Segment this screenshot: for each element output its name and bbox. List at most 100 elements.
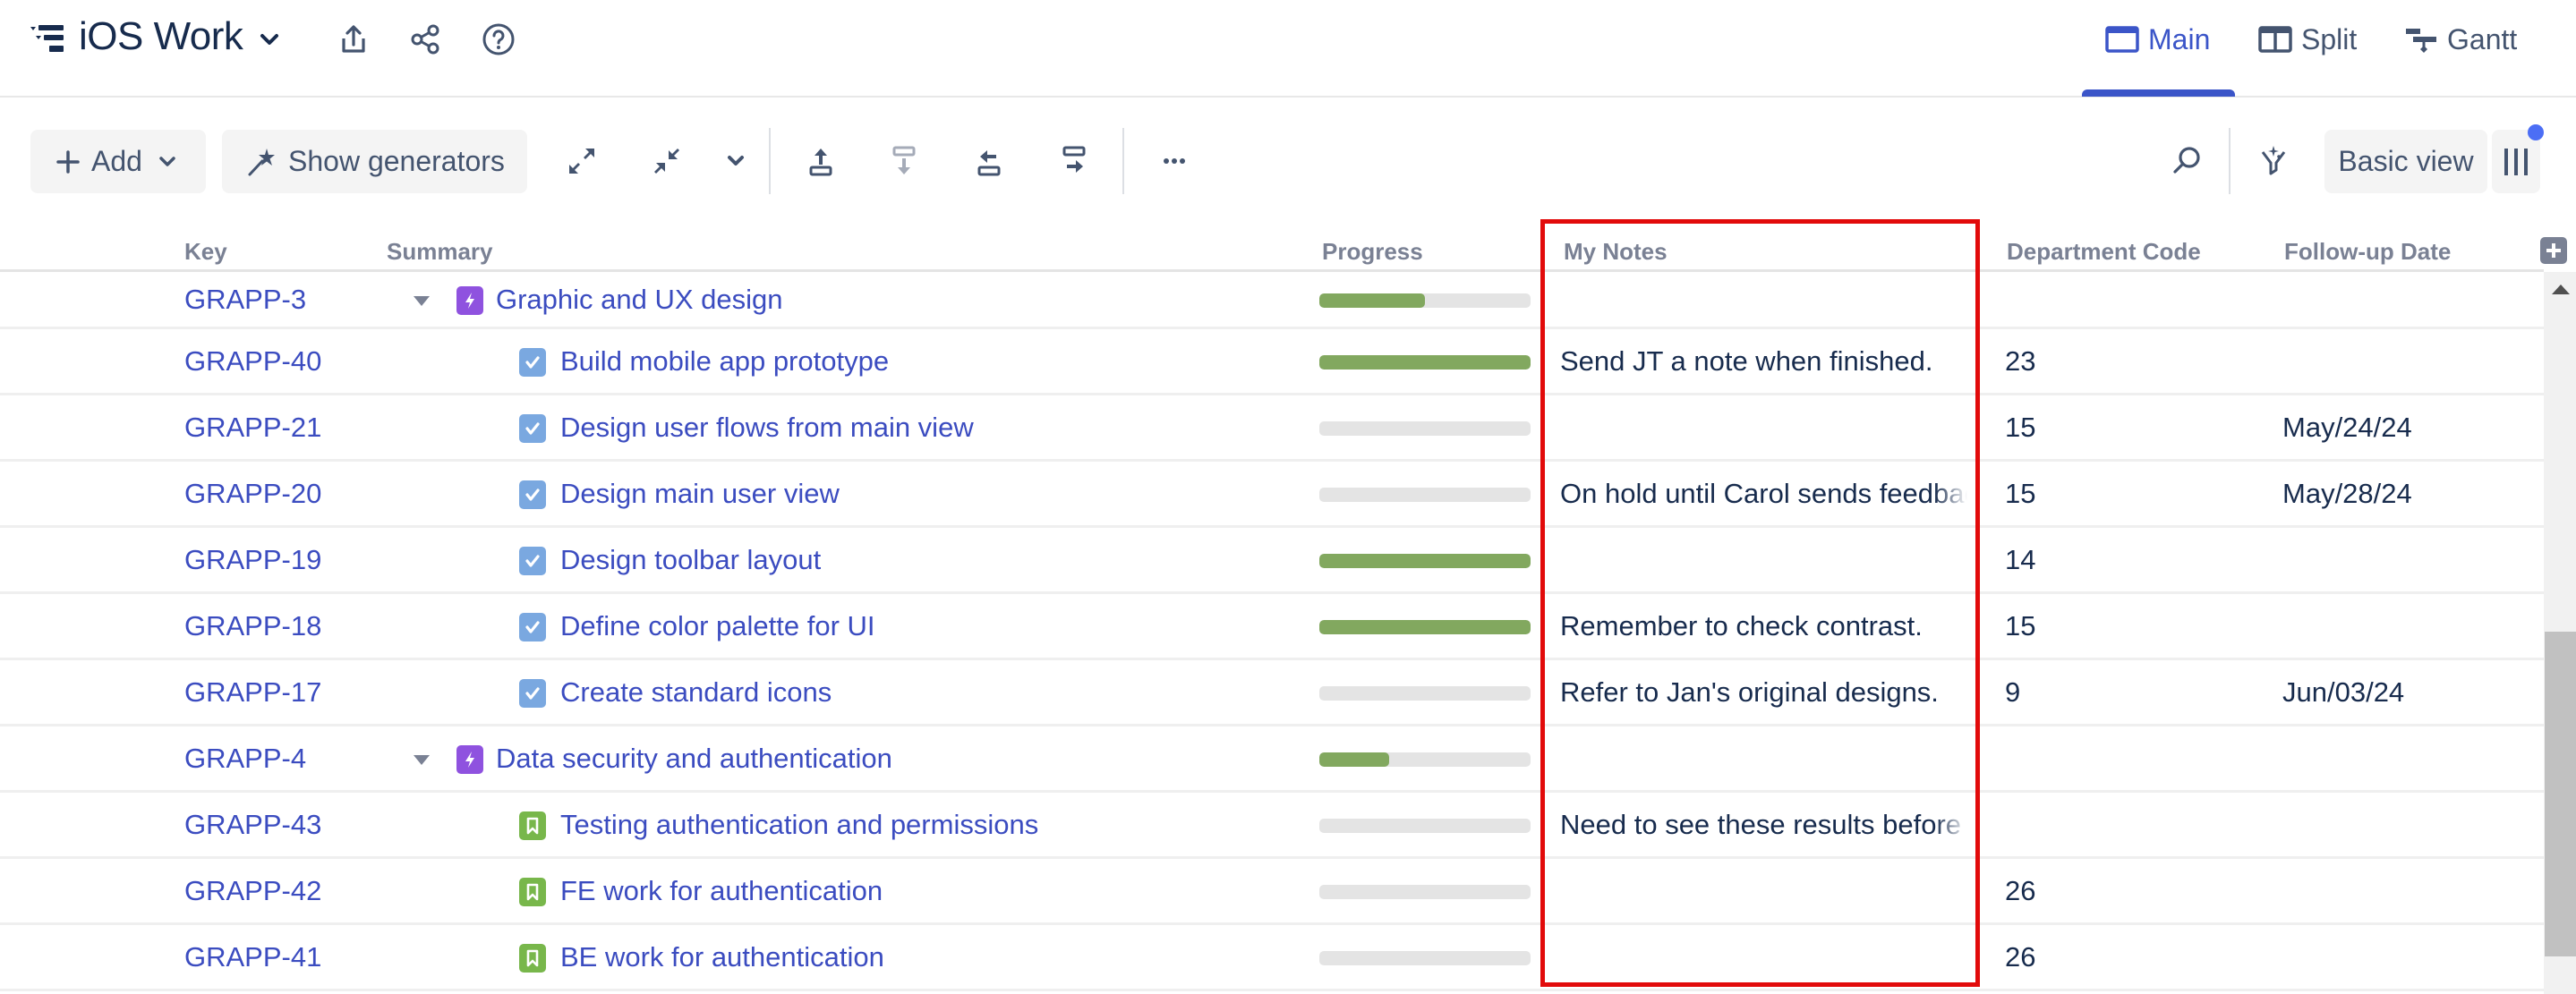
move-up-button[interactable]: [801, 141, 840, 181]
outdent-button[interactable]: [969, 141, 1009, 181]
column-header-follow-up-date[interactable]: Follow-up Date: [2284, 238, 2451, 266]
show-generators-button[interactable]: Show generators: [222, 130, 527, 193]
table-row[interactable]: GRAPP-4 Data security and authentication: [0, 726, 2544, 793]
scroll-up-arrow-icon[interactable]: [2552, 285, 2570, 294]
summary-text[interactable]: Data security and authentication: [496, 743, 892, 775]
my-notes-cell[interactable]: Need to see these results before f: [1560, 793, 1967, 856]
add-column-button[interactable]: [2540, 237, 2567, 264]
export-icon[interactable]: [336, 21, 371, 57]
summary-text[interactable]: Create standard icons: [560, 676, 832, 709]
my-notes-cell[interactable]: Send JT a note when finished.: [1560, 329, 1967, 393]
my-notes-cell[interactable]: [1560, 272, 1967, 327]
issue-key-link[interactable]: GRAPP-41: [184, 925, 321, 989]
issue-summary-link[interactable]: Build mobile app prototype: [560, 329, 889, 393]
issue-summary-link[interactable]: Design user flows from main view: [560, 395, 974, 459]
issue-key-link[interactable]: GRAPP-18: [184, 594, 321, 658]
department-code-cell[interactable]: 26: [2005, 859, 2035, 922]
column-header-department-code[interactable]: Department Code: [2007, 238, 2201, 266]
my-notes-cell[interactable]: Refer to Jan's original designs.: [1560, 660, 1967, 724]
expand-options-dropdown[interactable]: [716, 141, 755, 181]
column-header-my-notes[interactable]: My Notes: [1564, 238, 1668, 266]
department-code-cell[interactable]: 23: [2005, 329, 2035, 393]
collapse-arrow-icon[interactable]: [413, 294, 431, 307]
table-row[interactable]: GRAPP-41 BE work for authentication 26: [0, 925, 2544, 991]
add-button[interactable]: Add: [30, 130, 206, 193]
issue-summary-link[interactable]: Create standard icons: [560, 660, 832, 724]
summary-text[interactable]: FE work for authentication: [560, 875, 883, 907]
more-actions-button[interactable]: [1155, 141, 1194, 181]
department-code-cell[interactable]: 26: [2005, 925, 2035, 989]
column-header-progress[interactable]: Progress: [1322, 238, 1423, 266]
toolbar-divider: [1122, 128, 1124, 194]
summary-text[interactable]: Define color palette for UI: [560, 610, 875, 642]
table-row[interactable]: GRAPP-42 FE work for authentication 26: [0, 859, 2544, 925]
issue-key-link[interactable]: GRAPP-20: [184, 462, 321, 525]
table-row[interactable]: GRAPP-21 Design user flows from main view…: [0, 395, 2544, 462]
my-notes-cell[interactable]: [1560, 925, 1967, 989]
share-icon[interactable]: [408, 21, 444, 57]
table-row[interactable]: GRAPP-19 Design toolbar layout 14: [0, 528, 2544, 594]
my-notes-cell[interactable]: Remember to check contrast.: [1560, 594, 1967, 658]
issue-summary-link[interactable]: Graphic and UX design: [496, 272, 783, 327]
smart-filter-button[interactable]: [2254, 141, 2293, 181]
tab-split[interactable]: Split: [2258, 20, 2357, 59]
department-code-cell[interactable]: 9: [2005, 660, 2020, 724]
issue-key-link[interactable]: GRAPP-4: [184, 726, 306, 790]
department-code-cell[interactable]: 15: [2005, 395, 2035, 459]
summary-text[interactable]: Graphic and UX design: [496, 284, 783, 316]
expand-all-button[interactable]: [562, 141, 601, 181]
issue-key-link[interactable]: GRAPP-21: [184, 395, 321, 459]
table-row[interactable]: GRAPP-17 Create standard icons Refer to Ja…: [0, 660, 2544, 726]
issue-summary-link[interactable]: FE work for authentication: [560, 859, 883, 922]
follow-up-date-cell[interactable]: Jun/03/24: [2282, 660, 2404, 724]
summary-text[interactable]: BE work for authentication: [560, 941, 884, 973]
issue-summary-link[interactable]: Design toolbar layout: [560, 528, 821, 591]
search-button[interactable]: [2167, 141, 2206, 181]
table-row[interactable]: GRAPP-3 Graphic and UX design: [0, 272, 2544, 329]
structure-icon: [30, 25, 64, 52]
indent-button[interactable]: [1054, 141, 1094, 181]
scrollbar-thumb[interactable]: [2545, 632, 2576, 956]
issue-key-link[interactable]: GRAPP-17: [184, 660, 321, 724]
summary-text[interactable]: Design user flows from main view: [560, 412, 974, 444]
column-header-key[interactable]: Key: [184, 238, 227, 266]
collapse-arrow-icon[interactable]: [413, 753, 431, 766]
table-row[interactable]: GRAPP-43 Testing authentication and permi…: [0, 793, 2544, 859]
tab-gantt[interactable]: Gantt: [2404, 20, 2517, 59]
issue-summary-link[interactable]: Testing authentication and permissions: [560, 793, 1038, 856]
table-row[interactable]: GRAPP-18 Define color palette for UI Remem…: [0, 594, 2544, 660]
my-notes-cell[interactable]: On hold until Carol sends feedback: [1560, 462, 1967, 525]
tab-main[interactable]: Main: [2105, 20, 2210, 59]
table-row[interactable]: GRAPP-20 Design main user view On hold unt…: [0, 462, 2544, 528]
chevron-down-icon[interactable]: [260, 32, 279, 47]
follow-up-date-cell[interactable]: May/28/24: [2282, 462, 2412, 525]
structure-title[interactable]: iOS Work: [79, 14, 243, 59]
move-down-button[interactable]: [884, 141, 924, 181]
issue-key-link[interactable]: GRAPP-40: [184, 329, 321, 393]
help-icon[interactable]: [481, 21, 516, 57]
issue-key-link[interactable]: GRAPP-43: [184, 793, 321, 856]
table-row[interactable]: GRAPP-40 Build mobile app prototype Send J…: [0, 329, 2544, 395]
issue-summary-link[interactable]: Define color palette for UI: [560, 594, 875, 658]
department-code-cell[interactable]: 15: [2005, 594, 2035, 658]
my-notes-cell[interactable]: [1560, 528, 1967, 591]
issue-key-link[interactable]: GRAPP-3: [184, 272, 306, 327]
my-notes-cell[interactable]: [1560, 859, 1967, 922]
summary-text[interactable]: Design toolbar layout: [560, 544, 821, 576]
summary-text[interactable]: Design main user view: [560, 478, 840, 510]
column-header-summary[interactable]: Summary: [387, 238, 493, 266]
issue-key-link[interactable]: GRAPP-19: [184, 528, 321, 591]
summary-text[interactable]: Testing authentication and permissions: [560, 809, 1038, 841]
summary-text[interactable]: Build mobile app prototype: [560, 345, 889, 378]
basic-view-button[interactable]: Basic view: [2324, 130, 2487, 193]
my-notes-cell[interactable]: [1560, 395, 1967, 459]
department-code-cell[interactable]: 14: [2005, 528, 2035, 591]
follow-up-date-cell[interactable]: May/24/24: [2282, 395, 2412, 459]
department-code-cell[interactable]: 15: [2005, 462, 2035, 525]
issue-summary-link[interactable]: Data security and authentication: [496, 726, 892, 790]
issue-summary-link[interactable]: Design main user view: [560, 462, 840, 525]
issue-key-link[interactable]: GRAPP-42: [184, 859, 321, 922]
issue-summary-link[interactable]: BE work for authentication: [560, 925, 884, 989]
my-notes-cell[interactable]: [1560, 726, 1967, 790]
collapse-all-button[interactable]: [647, 141, 687, 181]
